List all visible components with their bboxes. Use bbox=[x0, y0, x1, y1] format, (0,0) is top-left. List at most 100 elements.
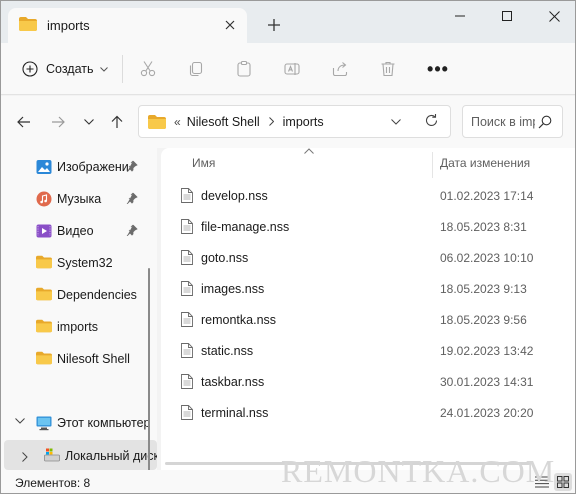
plus-circle-icon bbox=[22, 61, 38, 77]
file-date: 19.02.2023 13:42 bbox=[440, 344, 534, 358]
sidebar-item-label: Изображени bbox=[57, 160, 129, 174]
sidebar-item-local-disk[interactable]: Локальный диск bbox=[4, 440, 157, 470]
sidebar-item-dependencies[interactable]: Dependencies bbox=[1, 281, 151, 309]
file-name: terminal.nss bbox=[201, 406, 269, 420]
sidebar-item-label: System32 bbox=[57, 256, 113, 270]
sidebar-item-label: Nilesoft Shell bbox=[57, 352, 130, 366]
folder-icon bbox=[36, 351, 52, 367]
pin-icon bbox=[126, 192, 138, 207]
arrow-left-icon bbox=[17, 116, 31, 128]
create-button[interactable]: Создать bbox=[14, 53, 112, 85]
file-date: 30.01.2023 14:31 bbox=[440, 375, 534, 389]
breadcrumb-imports[interactable]: imports bbox=[283, 115, 324, 129]
file-name: static.nss bbox=[201, 344, 254, 358]
file-row[interactable]: terminal.nss 24.01.2023 20:20 bbox=[179, 397, 559, 428]
file-row[interactable]: develop.nss 01.02.2023 17:14 bbox=[179, 180, 559, 211]
file-date: 18.05.2023 8:31 bbox=[440, 220, 527, 234]
chevron-down-icon bbox=[84, 119, 94, 125]
chevron-down-icon[interactable] bbox=[391, 119, 401, 125]
pin-icon bbox=[126, 160, 138, 175]
back-button[interactable] bbox=[13, 111, 35, 133]
sidebar-item-pictures[interactable]: Изображени bbox=[1, 153, 151, 181]
tab-imports[interactable]: imports bbox=[8, 8, 247, 43]
scrollbar-thumb[interactable] bbox=[165, 462, 530, 465]
chevron-down-icon bbox=[99, 66, 108, 72]
maximize-button[interactable] bbox=[484, 1, 530, 31]
chevron-right-icon[interactable] bbox=[268, 117, 274, 126]
breadcrumb-overflow[interactable]: « bbox=[174, 115, 181, 129]
file-row[interactable]: static.nss 19.02.2023 13:42 bbox=[179, 335, 559, 366]
file-name: images.nss bbox=[201, 282, 265, 296]
search-input[interactable]: Поиск в imports bbox=[462, 105, 563, 138]
sidebar-item-imports[interactable]: imports bbox=[1, 313, 151, 341]
search-icon bbox=[538, 115, 552, 129]
delete-icon[interactable] bbox=[376, 57, 400, 81]
file-date: 01.02.2023 17:14 bbox=[440, 189, 534, 203]
music-icon bbox=[36, 191, 52, 207]
file-name: file-manage.nss bbox=[201, 220, 290, 234]
breadcrumb-nilesoft-shell[interactable]: Nilesoft Shell bbox=[187, 115, 260, 129]
horizontal-scrollbar[interactable] bbox=[161, 456, 575, 470]
status-bar: Элементов: 8 bbox=[1, 470, 575, 493]
file-date: 18.05.2023 9:56 bbox=[440, 313, 527, 327]
close-window-button[interactable] bbox=[531, 1, 575, 31]
folder-icon bbox=[36, 319, 52, 335]
this-pc-icon bbox=[36, 415, 52, 431]
arrow-right-icon bbox=[51, 116, 65, 128]
tiles-view-button[interactable] bbox=[554, 473, 572, 491]
copy-icon[interactable] bbox=[184, 57, 208, 81]
folder-icon bbox=[148, 114, 166, 129]
file-row[interactable]: images.nss 18.05.2023 9:13 bbox=[179, 273, 559, 304]
rename-icon[interactable] bbox=[280, 57, 304, 81]
file-name: remontka.nss bbox=[201, 313, 277, 327]
file-icon bbox=[181, 281, 193, 299]
forward-button[interactable] bbox=[47, 111, 69, 133]
file-date: 24.01.2023 20:20 bbox=[440, 406, 534, 420]
folder-icon bbox=[19, 17, 37, 34]
more-options-button[interactable]: ••• bbox=[425, 57, 451, 81]
share-icon[interactable] bbox=[328, 57, 352, 81]
close-tab-icon[interactable] bbox=[222, 17, 238, 33]
details-view-button[interactable] bbox=[533, 473, 551, 491]
sort-ascending-icon bbox=[304, 148, 314, 154]
column-header-date[interactable]: Дата изменения bbox=[440, 156, 530, 170]
file-icon bbox=[181, 405, 193, 423]
sidebar-item-label: Этот компьютер bbox=[57, 416, 151, 430]
file-row[interactable]: taskbar.nss 30.01.2023 14:31 bbox=[179, 366, 559, 397]
column-divider[interactable] bbox=[432, 152, 433, 178]
file-name: taskbar.nss bbox=[201, 375, 265, 389]
pin-icon bbox=[126, 224, 138, 239]
folder-icon bbox=[36, 255, 52, 271]
file-list: Имя Дата изменения develop.nss 01.02.2023… bbox=[161, 148, 575, 470]
cut-icon[interactable] bbox=[136, 57, 160, 81]
sidebar-item-music[interactable]: Музыка bbox=[1, 185, 151, 213]
file-row[interactable]: remontka.nss 18.05.2023 9:56 bbox=[179, 304, 559, 335]
sidebar-item-system32[interactable]: System32 bbox=[1, 249, 151, 277]
file-icon bbox=[181, 312, 193, 330]
address-row: « Nilesoft Shell imports Поиск в imports bbox=[1, 96, 575, 148]
up-button[interactable] bbox=[106, 111, 128, 133]
minimize-button[interactable] bbox=[437, 1, 483, 31]
refresh-icon[interactable] bbox=[424, 113, 439, 128]
sidebar-item-nilesoft-shell[interactable]: Nilesoft Shell bbox=[1, 345, 151, 373]
file-icon bbox=[181, 219, 193, 237]
paste-icon[interactable] bbox=[232, 57, 256, 81]
file-row[interactable]: goto.nss 06.02.2023 10:10 bbox=[179, 242, 559, 273]
sidebar-scrollbar[interactable] bbox=[148, 268, 150, 470]
navigation-pane: Изображени Музыка Видео System32 Depende… bbox=[1, 148, 157, 470]
chevron-down-icon[interactable] bbox=[15, 418, 25, 424]
file-row[interactable]: file-manage.nss 18.05.2023 8:31 bbox=[179, 211, 559, 242]
sidebar-item-label: Dependencies bbox=[57, 288, 137, 302]
file-icon bbox=[181, 374, 193, 392]
address-bar[interactable]: « Nilesoft Shell imports bbox=[138, 105, 451, 138]
item-count: Элементов: 8 bbox=[15, 476, 91, 490]
chevron-right-icon[interactable] bbox=[22, 451, 28, 465]
column-header-name[interactable]: Имя bbox=[192, 156, 215, 170]
new-tab-button[interactable] bbox=[263, 14, 285, 36]
file-icon bbox=[181, 250, 193, 268]
sidebar-item-video[interactable]: Видео bbox=[1, 217, 151, 245]
title-bar: imports bbox=[1, 1, 575, 43]
sidebar-item-this-pc[interactable]: Этот компьютер bbox=[1, 409, 151, 437]
pictures-icon bbox=[36, 159, 52, 175]
recent-locations-button[interactable] bbox=[78, 111, 100, 133]
